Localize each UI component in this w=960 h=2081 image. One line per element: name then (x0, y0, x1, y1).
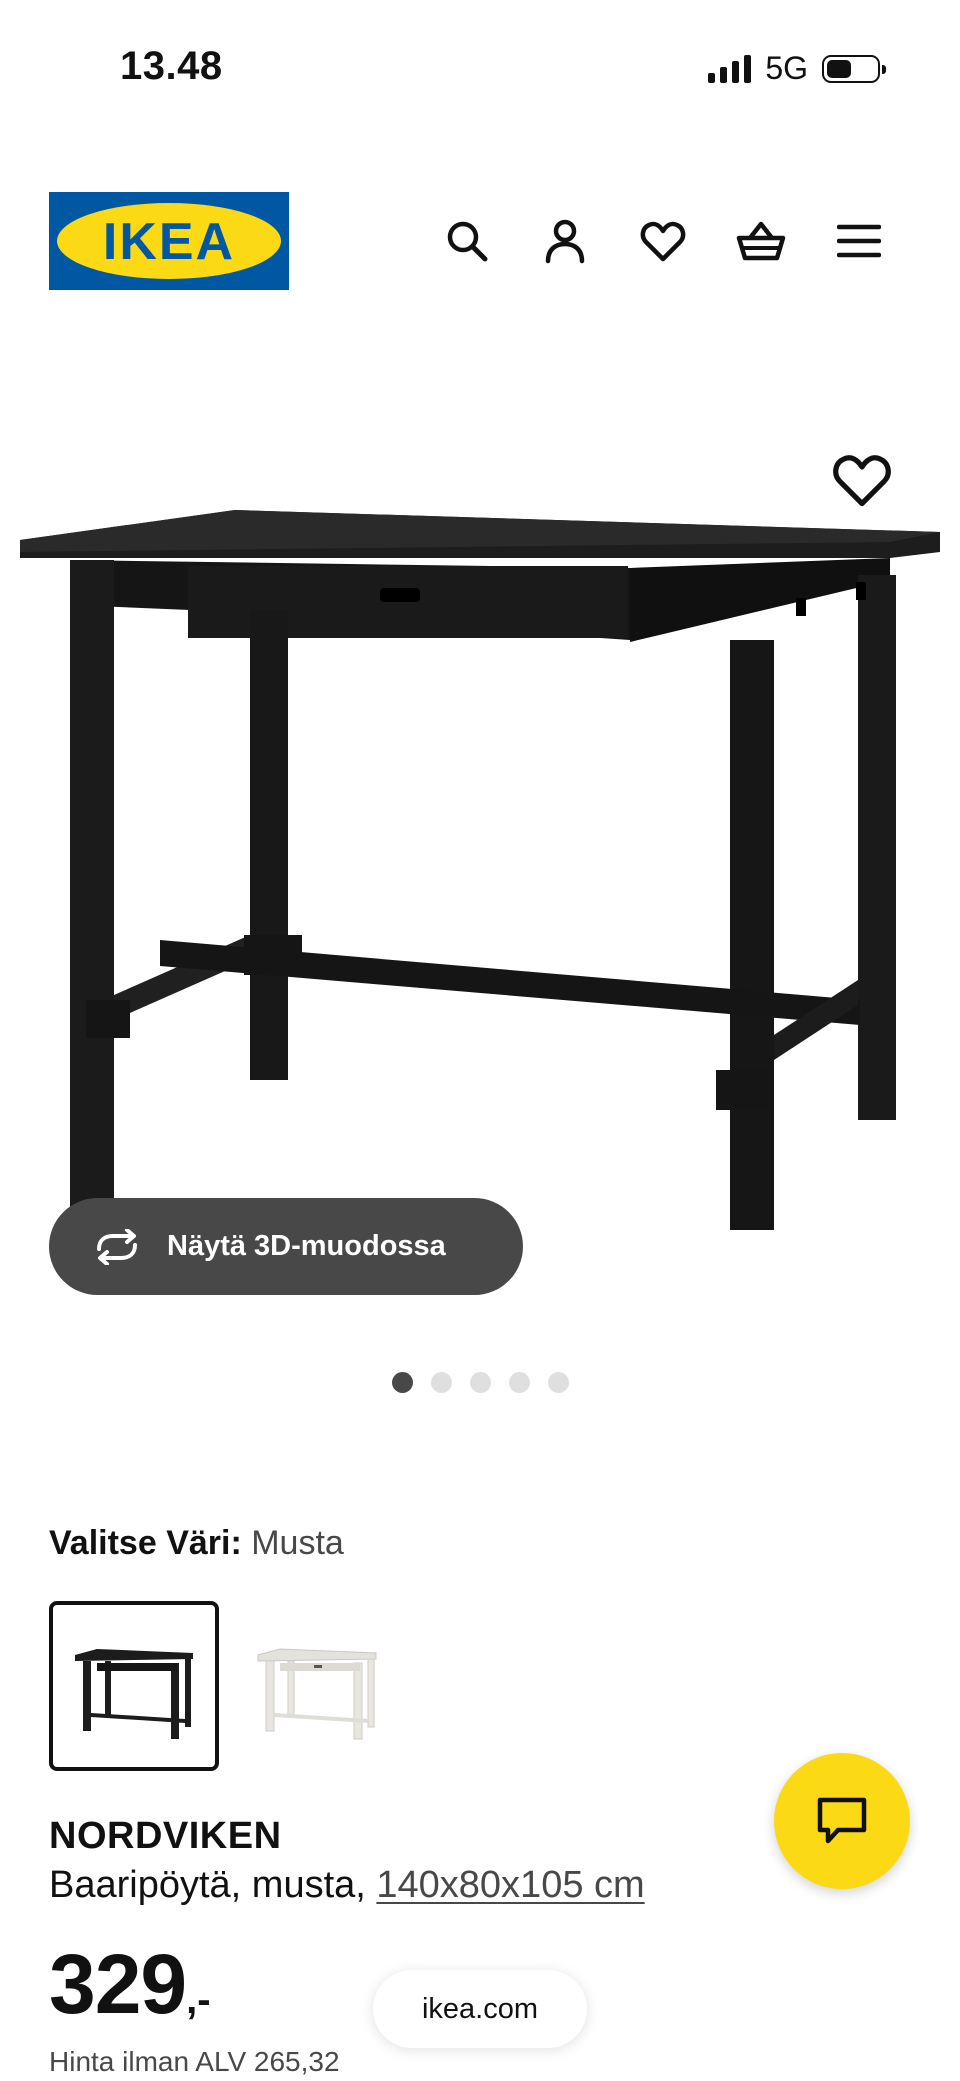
price-integer: 329 (49, 1937, 187, 2031)
gallery-dot-3[interactable] (470, 1372, 491, 1393)
product-price: 329 ,- (49, 1942, 211, 2026)
view-3d-button[interactable]: Näytä 3D-muodossa (49, 1198, 523, 1295)
product-name: NORDVIKEN (49, 1815, 282, 1857)
heart-icon[interactable] (634, 212, 692, 270)
browser-url-bar[interactable]: ikea.com (373, 1970, 587, 2048)
product-image[interactable] (0, 480, 960, 1240)
logo-text: IKEA (103, 213, 235, 271)
gallery-dot-5[interactable] (548, 1372, 569, 1393)
ikea-logo[interactable]: IKEA (49, 192, 289, 290)
price-excl-vat: Hinta ilman ALV 265,32 (49, 2046, 340, 2077)
basket-icon[interactable] (732, 212, 790, 270)
gallery-dot-1[interactable] (392, 1372, 413, 1393)
chat-icon (817, 1797, 867, 1844)
product-description: Baaripöytä, musta, 140x80x105 cm (49, 1864, 645, 1907)
status-indicators: 5G (708, 50, 886, 87)
wishlist-heart-icon[interactable] (832, 450, 892, 510)
color-option-white[interactable] (232, 1601, 402, 1771)
chat-button[interactable] (774, 1753, 910, 1889)
price-suffix: ,- (186, 1978, 211, 2022)
network-label: 5G (765, 50, 808, 86)
color-label: Valitse Väri: (49, 1524, 242, 1562)
status-time: 13.48 (120, 44, 223, 88)
signal-icon (708, 54, 752, 83)
header-actions (438, 212, 888, 270)
battery-icon (822, 54, 886, 83)
view-3d-label: Näytä 3D-muodossa (167, 1230, 446, 1262)
gallery-dot-4[interactable] (509, 1372, 530, 1393)
search-icon[interactable] (438, 212, 496, 270)
color-option-black[interactable] (49, 1601, 219, 1771)
gallery-dot-2[interactable] (431, 1372, 452, 1393)
product-type: Baaripöytä, musta, (49, 1864, 366, 1906)
gallery-pagination (392, 1372, 569, 1393)
menu-icon[interactable] (830, 212, 888, 270)
user-icon[interactable] (536, 212, 594, 270)
rotate-3d-icon (97, 1228, 137, 1265)
color-select-label: Valitse Väri: Musta (49, 1524, 344, 1563)
color-value: Musta (251, 1524, 344, 1562)
product-dimensions-link[interactable]: 140x80x105 cm (376, 1864, 644, 1906)
